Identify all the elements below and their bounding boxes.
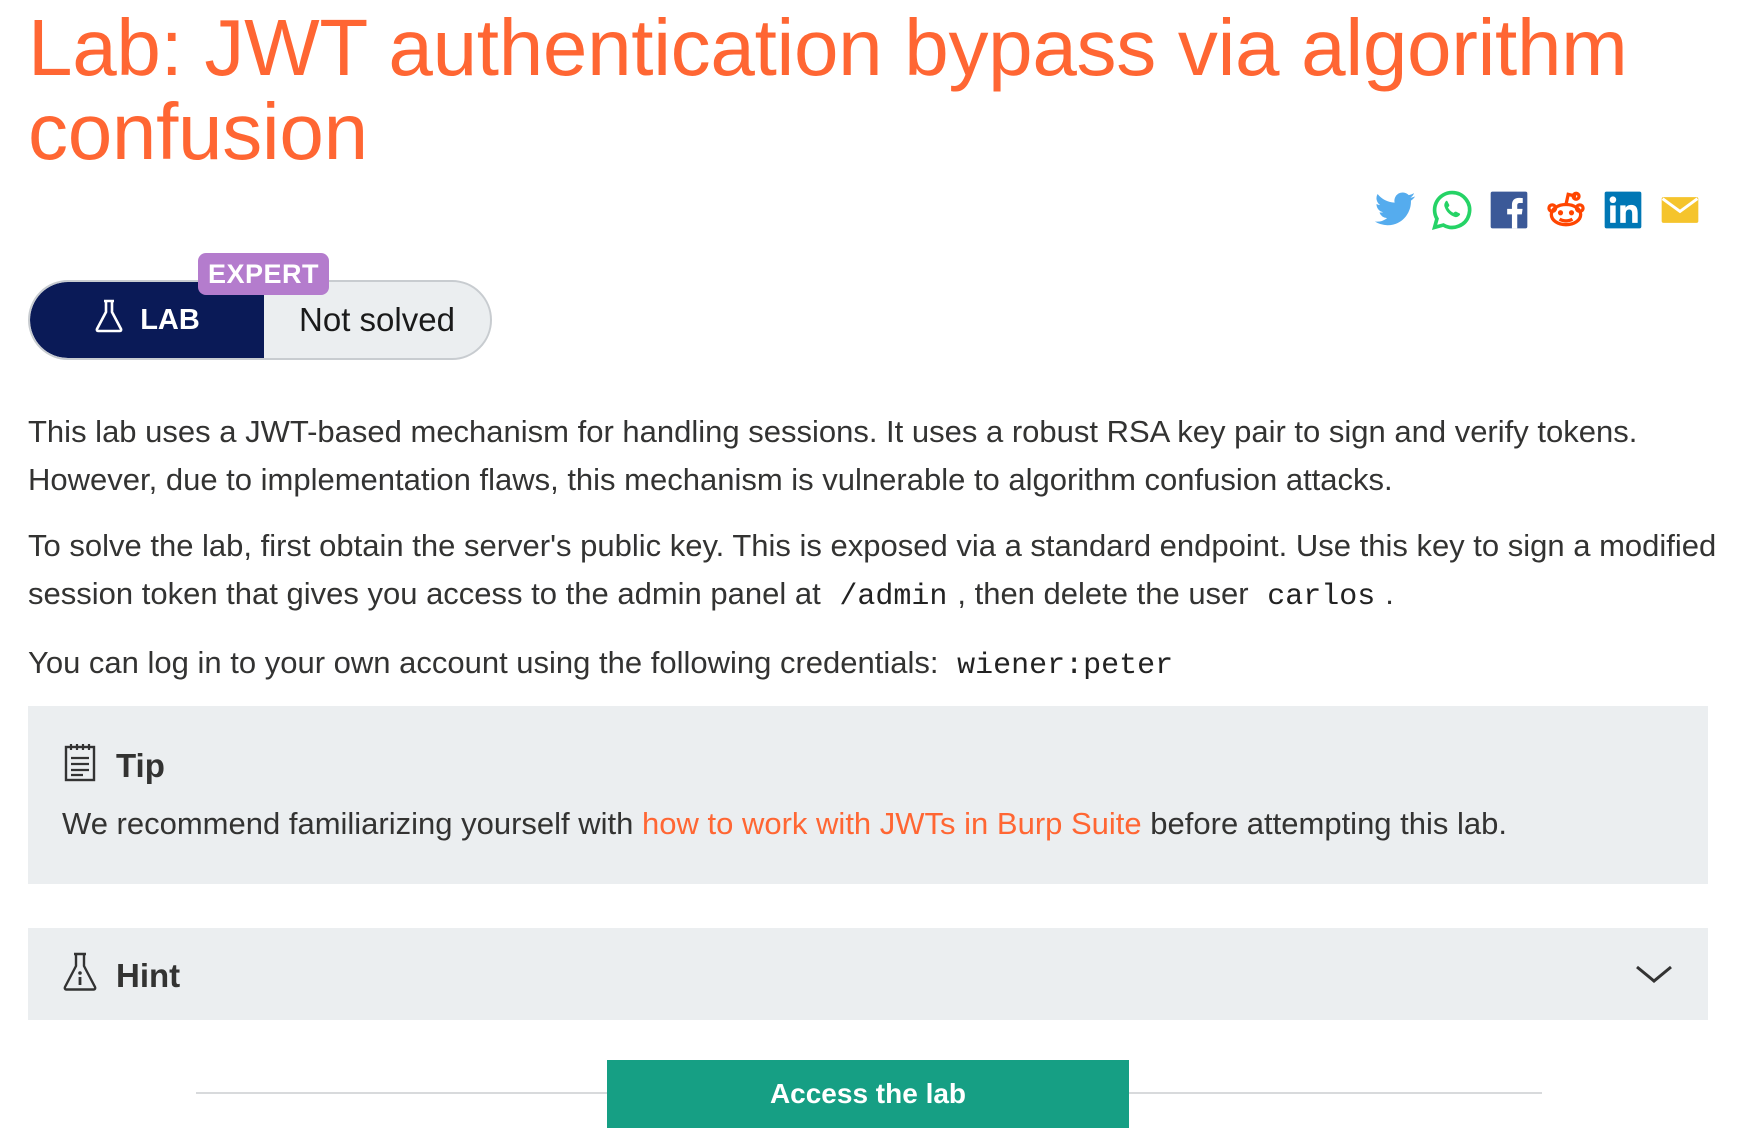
credentials: wiener:peter xyxy=(957,649,1174,683)
text: We recommend familiarizing yourself with xyxy=(62,806,634,841)
email-icon[interactable] xyxy=(1658,188,1702,232)
jwt-burp-link[interactable]: how to work with JWTs in Burp Suite xyxy=(642,806,1142,841)
whatsapp-icon[interactable] xyxy=(1430,188,1474,232)
text: before attempting this lab. xyxy=(1150,806,1507,841)
tip-body: We recommend familiarizing yourself with… xyxy=(62,806,1507,842)
hint-accordion[interactable]: Hint xyxy=(28,928,1708,1020)
chevron-down-icon[interactable] xyxy=(1634,958,1674,990)
flask-icon xyxy=(94,299,124,341)
description-paragraph: To solve the lab, first obtain the serve… xyxy=(28,522,1718,621)
text: , then delete the user xyxy=(957,576,1249,611)
tip-box: Tip We recommend familiarizing yourself … xyxy=(28,706,1708,884)
text: . xyxy=(1385,576,1394,611)
tip-heading: Tip xyxy=(62,742,165,790)
target-user: carlos xyxy=(1267,580,1376,614)
tip-title: Tip xyxy=(116,747,165,784)
hint-heading: Hint xyxy=(62,952,180,1000)
lab-page: Lab: JWT authentication bypass via algor… xyxy=(0,0,1742,1136)
access-lab-button[interactable]: Access the lab xyxy=(607,1060,1129,1128)
description-paragraph: You can log in to your own account using… xyxy=(28,639,1718,690)
lab-text: LAB xyxy=(140,303,200,336)
admin-path: /admin xyxy=(839,580,948,614)
hint-title: Hint xyxy=(116,957,181,994)
twitter-icon[interactable] xyxy=(1373,188,1417,232)
description-paragraph: This lab uses a JWT-based mechanism for … xyxy=(28,414,1638,497)
linkedin-icon[interactable] xyxy=(1601,188,1645,232)
facebook-icon[interactable] xyxy=(1487,188,1531,232)
notepad-icon xyxy=(62,742,98,790)
difficulty-level: EXPERT xyxy=(198,253,330,295)
text: You can log in to your own account using… xyxy=(28,645,939,680)
lab-description: This lab uses a JWT-based mechanism for … xyxy=(28,408,1718,708)
reddit-icon[interactable] xyxy=(1544,188,1588,232)
page-title: Lab: JWT authentication bypass via algor… xyxy=(28,3,1628,176)
share-bar xyxy=(1373,188,1702,232)
hint-flask-icon xyxy=(62,952,98,1000)
